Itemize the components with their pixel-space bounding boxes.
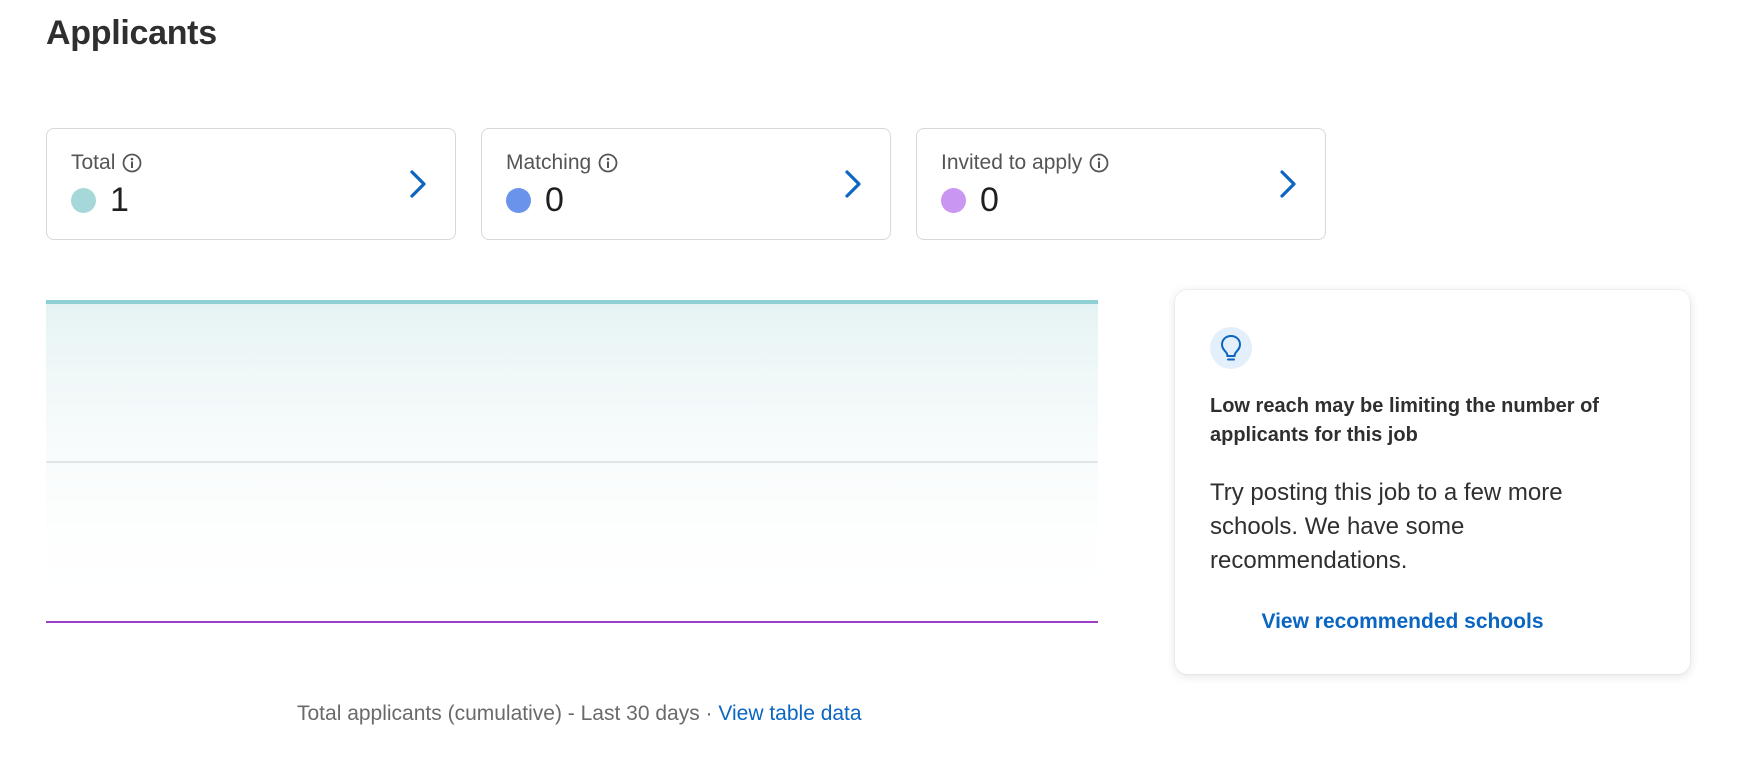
series-area-total: [46, 302, 1098, 622]
info-icon[interactable]: [1088, 152, 1110, 174]
applicants-chart: 10.5: [46, 280, 1106, 640]
legend-dot: [71, 187, 96, 213]
stat-label: Matching: [506, 151, 592, 174]
stat-value: 1: [110, 181, 129, 219]
chart-caption-text: Total applicants (cumulative) - Last 30 …: [297, 702, 719, 725]
stat-value: 0: [980, 181, 999, 219]
stat-card-matching[interactable]: Matching 0: [481, 128, 891, 240]
chevron-right-icon[interactable]: [840, 167, 866, 201]
chevron-right-icon[interactable]: [1275, 167, 1301, 201]
tip-body: Try posting this job to a few more schoo…: [1210, 479, 1563, 574]
chart-caption: Total applicants (cumulative) - Last 30 …: [297, 702, 862, 726]
legend-dot: [941, 187, 966, 213]
page-title: Applicants: [46, 14, 217, 52]
stat-label: Total: [71, 151, 116, 174]
info-icon[interactable]: [597, 152, 619, 174]
info-icon[interactable]: [121, 152, 143, 174]
stat-label: Invited to apply: [941, 151, 1083, 174]
low-reach-tip-card: Low reach may be limiting the number of …: [1175, 290, 1690, 674]
view-recommended-schools-link[interactable]: View recommended schools: [1175, 610, 1630, 634]
tip-heading: Low reach may be limiting the number of …: [1210, 395, 1599, 446]
stat-card-invited[interactable]: Invited to apply 0: [916, 128, 1326, 240]
chart-svg: 10.5: [46, 300, 1098, 623]
legend-dot: [506, 187, 531, 213]
chevron-right-icon[interactable]: [405, 167, 431, 201]
view-table-data-link[interactable]: View table data: [718, 702, 861, 725]
stat-card-total[interactable]: Total 1: [46, 128, 456, 240]
stat-value: 0: [545, 181, 564, 219]
lightbulb-icon: [1210, 327, 1252, 369]
